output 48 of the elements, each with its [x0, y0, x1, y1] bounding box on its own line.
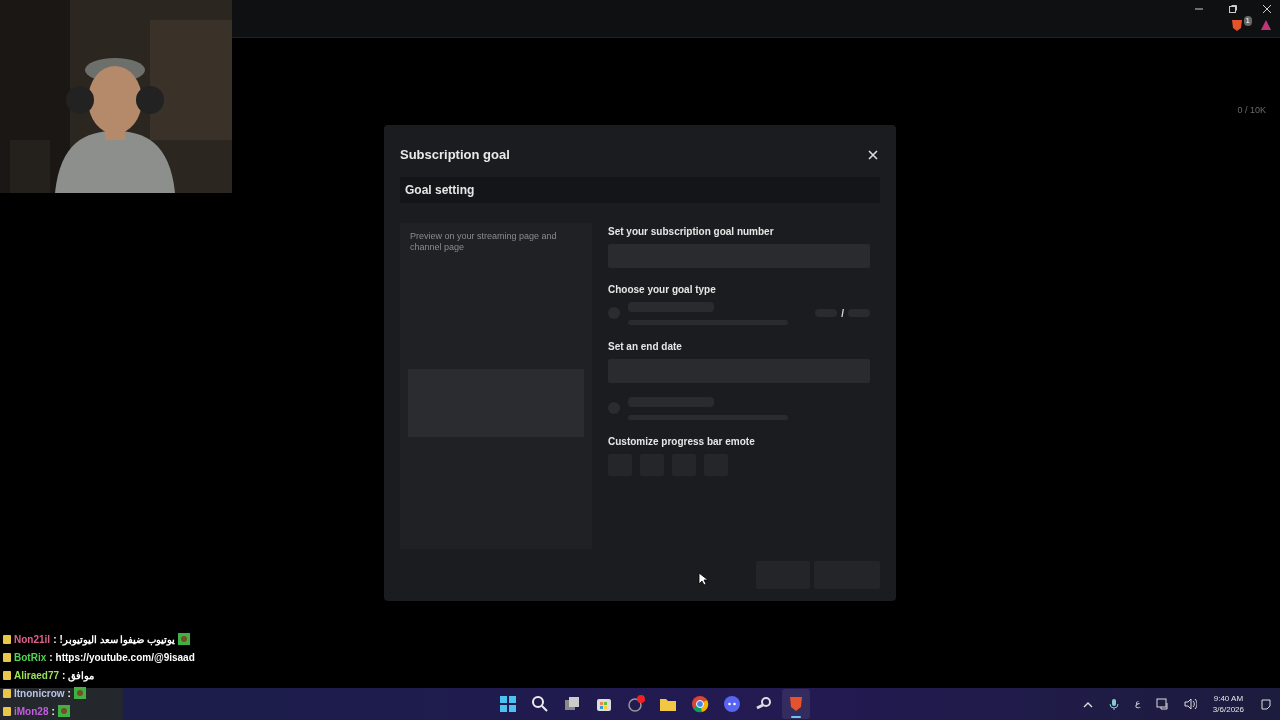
- goal-counter: 0 / 10K: [1237, 104, 1266, 117]
- shield-icon: [1229, 18, 1244, 32]
- network-icon[interactable]: [1155, 698, 1168, 710]
- separator-text: :: [49, 650, 53, 665]
- close-button[interactable]: [1262, 4, 1272, 14]
- language-indicator[interactable]: ع: [1134, 697, 1140, 711]
- badge-count: 1: [1243, 16, 1252, 26]
- chat-username: Aliraed77: [14, 668, 60, 683]
- dialog-title: Subscription goal: [400, 146, 510, 164]
- chat-username: Non21il: [14, 632, 51, 647]
- restore-icon: [1228, 4, 1238, 14]
- separator-text: :: [51, 704, 55, 719]
- separator-text: :: [67, 686, 71, 701]
- chat-username: Itnonicrow: [14, 686, 65, 701]
- volume-icon[interactable]: [1183, 698, 1197, 710]
- field-label: Set your subscription goal number: [608, 224, 775, 239]
- field-label: Customize progress bar emote: [608, 434, 756, 449]
- close-button[interactable]: [866, 147, 880, 162]
- separator-text: :: [53, 632, 57, 647]
- chat-username: iMon28: [14, 704, 49, 719]
- notification-icon[interactable]: [1260, 698, 1272, 710]
- circle-icon: [626, 694, 646, 714]
- field-label: Choose your goal type: [608, 282, 717, 297]
- microphone-icon[interactable]: [1108, 698, 1119, 710]
- field-label: Set an end date: [608, 339, 683, 354]
- chat-username: BotRix: [14, 650, 47, 665]
- separator-text: /: [841, 306, 844, 321]
- clock-time: 9:40 AM: [1212, 693, 1244, 704]
- separator-text: :: [62, 668, 66, 683]
- tab[interactable]: Goal setting: [400, 176, 480, 203]
- close-icon: [1262, 4, 1272, 14]
- extension-button[interactable]: [1229, 18, 1244, 32]
- close-icon: [868, 149, 878, 160]
- start-icon: [498, 694, 518, 714]
- preview-caption: Preview on your streaming page and channel page: [410, 230, 558, 253]
- clock-date: 3/6/2026: [1212, 704, 1244, 715]
- chevron-icon[interactable]: [1082, 700, 1093, 708]
- browser-icon: [690, 694, 710, 714]
- search-icon: [530, 694, 550, 714]
- chat-message: موافق: [68, 668, 95, 683]
- extension-button[interactable]: [1260, 19, 1272, 31]
- restore-button[interactable]: [1228, 4, 1238, 14]
- chat-message: يوتيوب ضيفوا سعد اليوتيوبر!: [59, 632, 176, 647]
- chat-message: https://youtube.com/@9isaad: [55, 650, 195, 665]
- emote-icon: [178, 633, 191, 645]
- cursor-icon: [698, 572, 708, 586]
- triangle-icon: [1260, 19, 1272, 31]
- controller-icon: [722, 694, 742, 714]
